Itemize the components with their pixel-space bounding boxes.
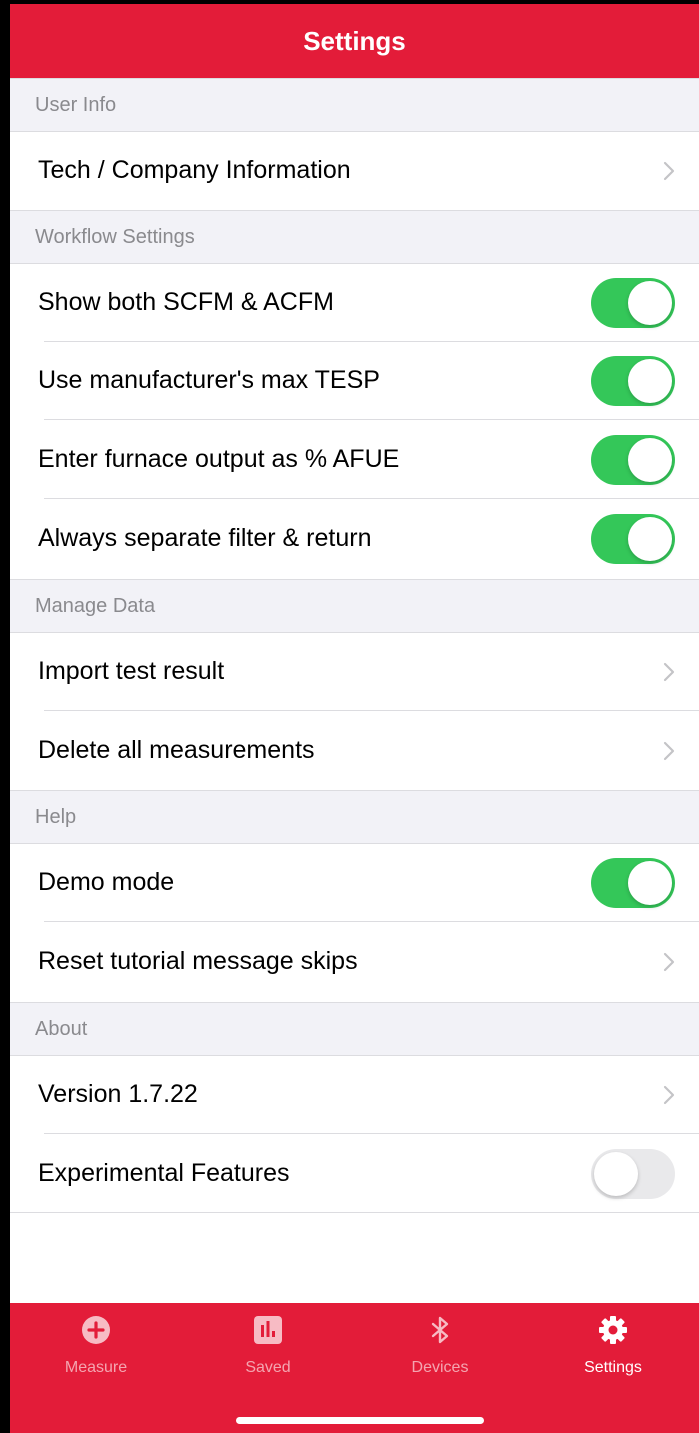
section-title: User Info — [35, 94, 117, 116]
tab-devices[interactable]: Devices — [354, 1303, 526, 1393]
section-title: About — [35, 1018, 88, 1040]
tab-label: Saved — [245, 1359, 291, 1376]
row-label: Import test result — [38, 657, 225, 685]
row-experimental-features: Experimental Features — [10, 1135, 699, 1213]
demo-mode-toggle[interactable] — [591, 858, 675, 908]
section-title: Manage Data — [35, 595, 156, 617]
toggle-knob — [628, 861, 672, 905]
row-furnace-output-afue: Enter furnace output as % AFUE — [10, 421, 699, 499]
chevron-right-icon — [663, 741, 675, 761]
row-delete-all-measurements[interactable]: Delete all measurements — [10, 712, 699, 790]
row-label: Experimental Features — [38, 1159, 290, 1187]
bluetooth-icon — [431, 1316, 449, 1344]
row-separate-filter-return: Always separate filter & return — [10, 500, 699, 578]
row-label: Demo mode — [38, 868, 175, 896]
row-separator — [44, 921, 699, 922]
row-demo-mode: Demo mode — [10, 844, 699, 922]
row-label: Always separate filter & return — [38, 524, 372, 552]
nav-bar: Settings — [10, 4, 699, 78]
tab-saved[interactable]: Saved — [182, 1303, 354, 1393]
home-indicator — [236, 1417, 484, 1424]
tab-label: Measure — [64, 1359, 128, 1376]
toggle-knob — [628, 359, 672, 403]
settings-screen: Settings User Info Tech / Company Inform… — [10, 4, 699, 1433]
section-header-about: About — [10, 1002, 699, 1056]
row-label: Use manufacturer's max TESP — [38, 366, 380, 394]
row-label: Reset tutorial message skips — [38, 947, 358, 975]
section-header-workflow-settings: Workflow Settings — [10, 210, 699, 264]
toggle-knob — [628, 517, 672, 561]
page-title: Settings — [303, 25, 406, 56]
row-tech-company-information[interactable]: Tech / Company Information — [10, 132, 699, 210]
plus-circle-icon — [82, 1316, 110, 1344]
section-title: Workflow Settings — [35, 226, 195, 248]
tab-settings[interactable]: Settings — [527, 1303, 699, 1393]
toggle-knob — [628, 281, 672, 325]
manufacturer-max-tesp-toggle[interactable] — [591, 356, 675, 406]
tab-label: Devices — [411, 1359, 469, 1376]
chevron-right-icon — [663, 952, 675, 972]
toggle-knob — [628, 438, 672, 482]
row-import-test-result[interactable]: Import test result — [10, 633, 699, 711]
row-reset-tutorial-skips[interactable]: Reset tutorial message skips — [10, 923, 699, 1001]
row-manufacturer-max-tesp: Use manufacturer's max TESP — [10, 342, 699, 420]
row-show-scfm-acfm: Show both SCFM & ACFM — [10, 264, 699, 342]
chevron-right-icon — [663, 1085, 675, 1105]
tab-measure[interactable]: Measure — [10, 1303, 182, 1393]
chevron-right-icon — [663, 662, 675, 682]
row-label: Delete all measurements — [38, 736, 315, 764]
row-separator — [44, 710, 699, 711]
gear-icon — [599, 1316, 627, 1344]
furnace-output-afue-toggle[interactable] — [591, 435, 675, 485]
bar-chart-icon — [254, 1316, 282, 1344]
section-header-manage-data: Manage Data — [10, 579, 699, 633]
row-version[interactable]: Version 1.7.22 — [10, 1056, 699, 1134]
section-header-help: Help — [10, 790, 699, 844]
row-separator — [44, 419, 699, 420]
row-label: Show both SCFM & ACFM — [38, 288, 334, 316]
experimental-features-toggle[interactable] — [591, 1149, 675, 1199]
row-label: Tech / Company Information — [38, 156, 351, 184]
section-title: Help — [35, 806, 77, 828]
chevron-right-icon — [663, 161, 675, 181]
toggle-knob — [594, 1152, 638, 1196]
show-scfm-acfm-toggle[interactable] — [591, 278, 675, 328]
row-label: Enter furnace output as % AFUE — [38, 445, 400, 473]
row-label: Version 1.7.22 — [38, 1080, 198, 1108]
row-separator — [44, 1133, 699, 1134]
tab-label: Settings — [584, 1359, 642, 1376]
separate-filter-return-toggle[interactable] — [591, 514, 675, 564]
tab-bar: Measure Saved Devices Settings — [10, 1303, 699, 1433]
row-separator — [44, 498, 699, 499]
section-header-user-info: User Info — [10, 78, 699, 132]
